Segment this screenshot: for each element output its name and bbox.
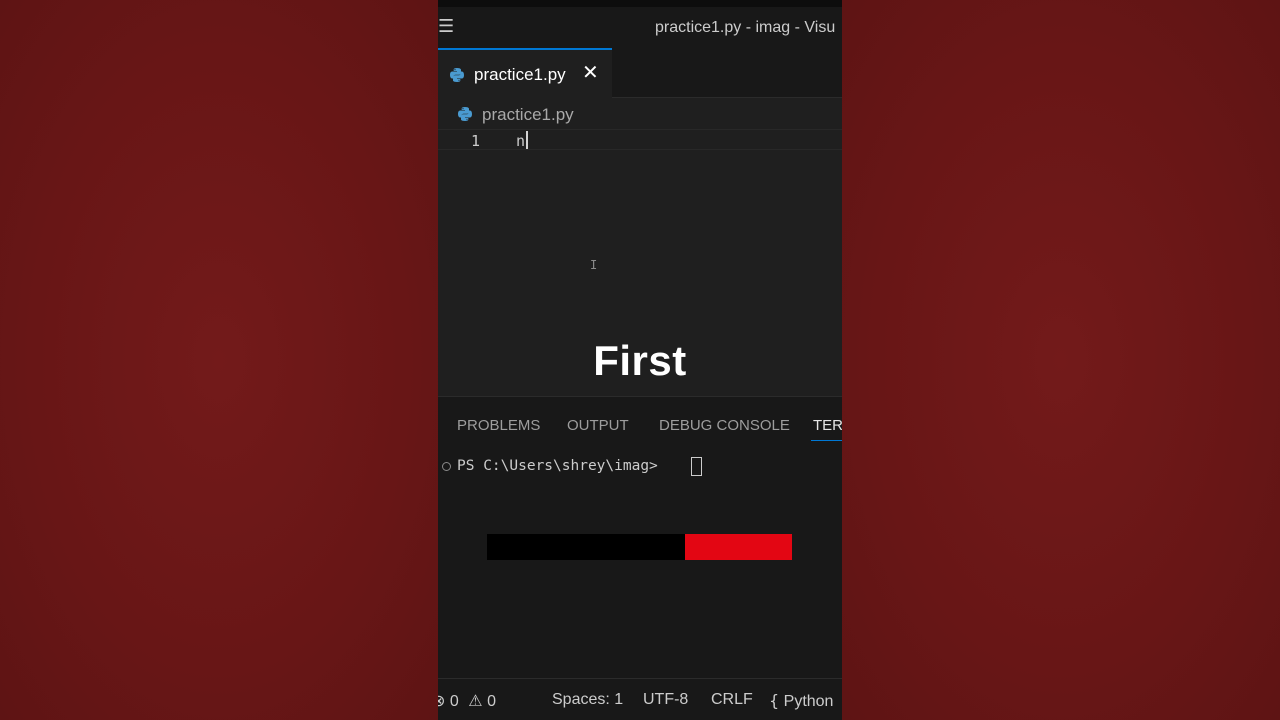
problems-status[interactable]: ⊗ 0 ⚠ 0 xyxy=(438,691,496,711)
title-bar: ☰ practice1.py - imag - Visu xyxy=(438,0,842,48)
editor-line[interactable]: 1 n xyxy=(438,129,842,150)
video-caption: First xyxy=(593,337,687,384)
tab-problems[interactable]: PROBLEMS xyxy=(457,417,540,434)
python-file-icon xyxy=(450,68,464,82)
warning-count: 0 xyxy=(487,693,497,710)
breadcrumb: practice1.py xyxy=(438,98,842,128)
background-left xyxy=(0,0,438,720)
close-icon[interactable]: ✕ xyxy=(582,62,600,82)
text-cursor xyxy=(526,131,528,149)
breadcrumb-file[interactable]: practice1.py xyxy=(482,105,574,125)
indentation-status[interactable]: Spaces: 1 xyxy=(552,691,623,709)
background-right xyxy=(842,0,1280,720)
tab-practice1[interactable]: practice1.py ✕ xyxy=(438,48,612,98)
terminal-status-icon xyxy=(442,462,451,471)
ibeam-cursor-icon: I xyxy=(590,258,598,272)
tab-debug-console[interactable]: DEBUG CONSOLE xyxy=(659,417,790,434)
status-bar: ⊗ 0 ⚠ 0 Spaces: 1 UTF-8 CRLF { Python xyxy=(438,678,842,720)
vscode-window: ☰ practice1.py - imag - Visu practice1.p… xyxy=(438,0,842,720)
error-icon: ⊗ xyxy=(438,691,446,710)
tab-label: practice1.py xyxy=(474,65,566,84)
warning-icon: ⚠ xyxy=(463,691,483,710)
language-status[interactable]: { Python xyxy=(769,691,833,711)
error-count: 0 xyxy=(449,693,459,710)
editor-tab-bar: practice1.py ✕ xyxy=(438,48,842,98)
tab-terminal[interactable]: TERI xyxy=(813,417,842,434)
language-label: Python xyxy=(783,693,834,710)
terminal-prompt: PS C:\Users\shrey\imag> xyxy=(457,458,658,474)
line-number: 1 xyxy=(471,132,481,150)
eol-status[interactable]: CRLF xyxy=(711,691,753,709)
progress-fill xyxy=(685,534,792,560)
code-text[interactable]: n xyxy=(516,132,525,150)
terminal-cursor xyxy=(691,457,702,476)
encoding-status[interactable]: UTF-8 xyxy=(643,691,688,709)
tab-output[interactable]: OUTPUT xyxy=(567,417,629,434)
bottom-panel: PROBLEMS OUTPUT DEBUG CONSOLE TERI PS C:… xyxy=(438,396,842,678)
progress-bar xyxy=(487,534,792,560)
window-title: practice1.py - imag - Visu xyxy=(655,19,836,36)
active-tab-indicator xyxy=(811,440,842,441)
menu-icon[interactable]: ☰ xyxy=(438,18,454,36)
python-file-icon xyxy=(458,107,472,121)
braces-icon: { xyxy=(769,691,780,710)
